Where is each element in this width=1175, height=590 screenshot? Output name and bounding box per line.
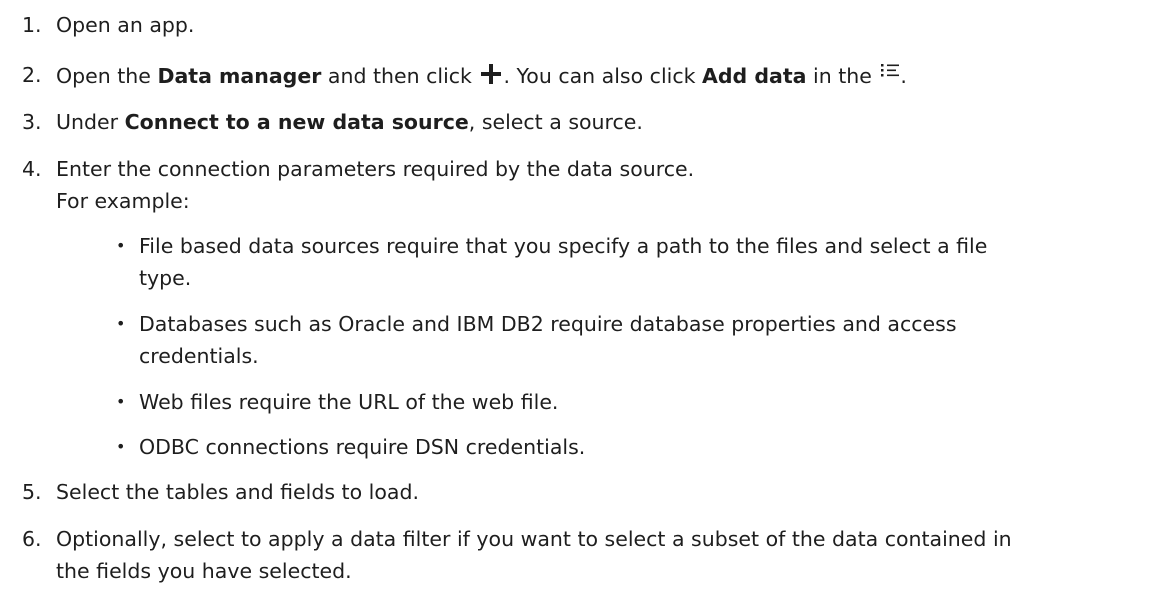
ui-term-data-manager: Data manager: [157, 64, 322, 88]
text-segment: and then click: [321, 64, 479, 88]
list-menu-icon: [881, 64, 900, 77]
text-segment: . You can also click: [503, 64, 702, 88]
ui-term-add-data: Add data: [702, 64, 807, 88]
text-segment: .: [900, 64, 907, 88]
step-text-continued: the fields you have selected.: [56, 559, 352, 583]
step-text: Select the tables and fields to load.: [56, 480, 419, 504]
plus-icon: [481, 64, 502, 84]
step-number: 3.: [22, 110, 42, 134]
step-text: Open the Data manager and then click . Y…: [56, 63, 907, 88]
bullet-item-file-sources: File based data sources require that you…: [139, 234, 988, 258]
bullet-item-continued: type.: [139, 266, 192, 290]
text-segment: , select a source.: [468, 110, 643, 134]
bullet-item-web-files: Web files require the URL of the web fil…: [139, 390, 559, 414]
step-text: Open an app.: [56, 13, 195, 37]
step-text: Optionally, select to apply a data filte…: [56, 527, 1012, 551]
bullet-marker: •: [116, 437, 126, 456]
bullet-item-odbc: ODBC connections require DSN credentials…: [139, 435, 586, 459]
bullet-item-continued: credentials.: [139, 344, 259, 368]
step-text-continued: For example:: [56, 189, 190, 213]
step-number: 4.: [22, 157, 42, 181]
text-segment: Open the: [56, 64, 158, 88]
step-text: Under Connect to a new data source, sele…: [56, 110, 643, 134]
ui-term-connect-new-source: Connect to a new data source: [124, 110, 469, 134]
step-number: 2.: [22, 63, 42, 87]
bullet-marker: •: [116, 314, 126, 333]
bullet-marker: •: [116, 392, 126, 411]
step-number: 6.: [22, 527, 42, 551]
text-segment: in the: [806, 64, 879, 88]
bullet-item-databases: Databases such as Oracle and IBM DB2 req…: [139, 312, 957, 336]
step-text: Enter the connection parameters required…: [56, 157, 695, 181]
bullet-marker: •: [116, 236, 126, 255]
step-number: 5.: [22, 480, 42, 504]
step-number: 1.: [22, 13, 42, 37]
text-segment: Under: [56, 110, 125, 134]
